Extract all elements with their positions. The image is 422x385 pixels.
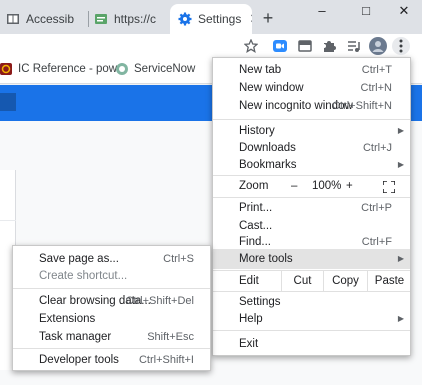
zoom-level: 100%	[312, 180, 342, 192]
more-menu-icon[interactable]	[392, 37, 410, 55]
tab-strip: Accessib https://c Settings ✕ + – □ ✕	[0, 0, 422, 34]
profile-avatar-icon[interactable]	[369, 37, 387, 55]
menu-separator	[213, 330, 410, 331]
gear-icon	[178, 12, 192, 26]
tab-accessibility[interactable]: Accessib	[6, 4, 86, 34]
menu-separator	[13, 348, 210, 349]
tab-title: https://c	[114, 12, 157, 26]
paste-button[interactable]: Paste	[367, 271, 411, 291]
menu-item-exit[interactable]: Exit	[213, 334, 410, 354]
servicenow-icon	[116, 63, 128, 75]
chrome-main-menu: New tab Ctrl+T New window Ctrl+N New inc…	[212, 57, 411, 356]
menu-item-zoom: Zoom – 100% +	[213, 176, 410, 197]
menu-item-bookmarks[interactable]: Bookmarks ▶	[213, 155, 410, 175]
submenu-arrow-icon: ▶	[397, 160, 404, 169]
tab-title: Accessib	[26, 12, 75, 26]
cut-button[interactable]: Cut	[281, 271, 323, 291]
ic-reference-icon	[0, 63, 12, 75]
bookmark-label: ServiceNow	[134, 63, 196, 75]
divider	[0, 220, 16, 221]
tab-separator	[88, 11, 89, 27]
playlist-icon[interactable]	[346, 38, 362, 54]
submenu-arrow-icon: ▶	[397, 314, 404, 323]
tab-title: Settings	[198, 12, 242, 26]
extension-grid-icon[interactable]	[297, 38, 313, 54]
menu-item-more-tools[interactable]: More tools ▶	[213, 249, 410, 269]
bookmark-ic-reference[interactable]: IC Reference - pow...	[0, 63, 126, 75]
menu-separator	[213, 119, 410, 120]
zoom-in-button[interactable]: +	[346, 176, 353, 196]
menu-item-developer-tools[interactable]: Developer tools Ctrl+Shift+I	[13, 350, 210, 370]
new-tab-button[interactable]: +	[258, 6, 278, 30]
menu-item-print[interactable]: Print... Ctrl+P	[213, 198, 410, 218]
bookmark-servicenow[interactable]: ServiceNow	[116, 63, 195, 75]
menu-item-task-manager[interactable]: Task manager Shift+Esc	[13, 327, 210, 347]
menu-item-help[interactable]: Help ▶	[213, 309, 410, 329]
close-window-button[interactable]: ✕	[384, 0, 422, 22]
menu-item-create-shortcut[interactable]: Create shortcut...	[13, 266, 210, 286]
more-tools-submenu: Save page as... Ctrl+S Create shortcut..…	[12, 245, 211, 371]
tab-https[interactable]: https://c	[94, 4, 170, 34]
menu-item-new-window[interactable]: New window Ctrl+N	[213, 78, 410, 98]
minimize-button[interactable]: –	[302, 0, 342, 22]
menu-item-extensions[interactable]: Extensions	[13, 309, 210, 329]
bookmark-star-icon[interactable]	[243, 38, 259, 54]
submenu-arrow-icon: ▶	[397, 254, 404, 263]
puzzle-icon[interactable]	[321, 38, 337, 54]
bookmark-label: IC Reference - pow...	[18, 63, 127, 75]
menu-item-clear-browsing-data[interactable]: Clear browsing data... Ctrl+Shift+Del	[13, 291, 210, 311]
fullscreen-icon[interactable]	[382, 180, 396, 194]
header-menu-area[interactable]	[0, 93, 16, 111]
book-icon	[6, 12, 20, 26]
menu-item-new-incognito[interactable]: New incognito window Ctrl+Shift+N	[213, 96, 410, 116]
zoom-video-icon[interactable]	[272, 38, 288, 54]
menu-item-edit: Edit Cut Copy Paste	[213, 271, 410, 291]
maximize-button[interactable]: □	[346, 0, 386, 22]
close-icon[interactable]: ✕	[249, 11, 252, 27]
tab-settings[interactable]: Settings ✕	[170, 4, 252, 34]
copy-button[interactable]: Copy	[323, 271, 367, 291]
page-icon	[94, 12, 108, 26]
menu-separator	[13, 288, 210, 289]
menu-item-new-tab[interactable]: New tab Ctrl+T	[213, 60, 410, 80]
zoom-out-button[interactable]: –	[291, 176, 297, 196]
toolbar	[0, 34, 422, 58]
